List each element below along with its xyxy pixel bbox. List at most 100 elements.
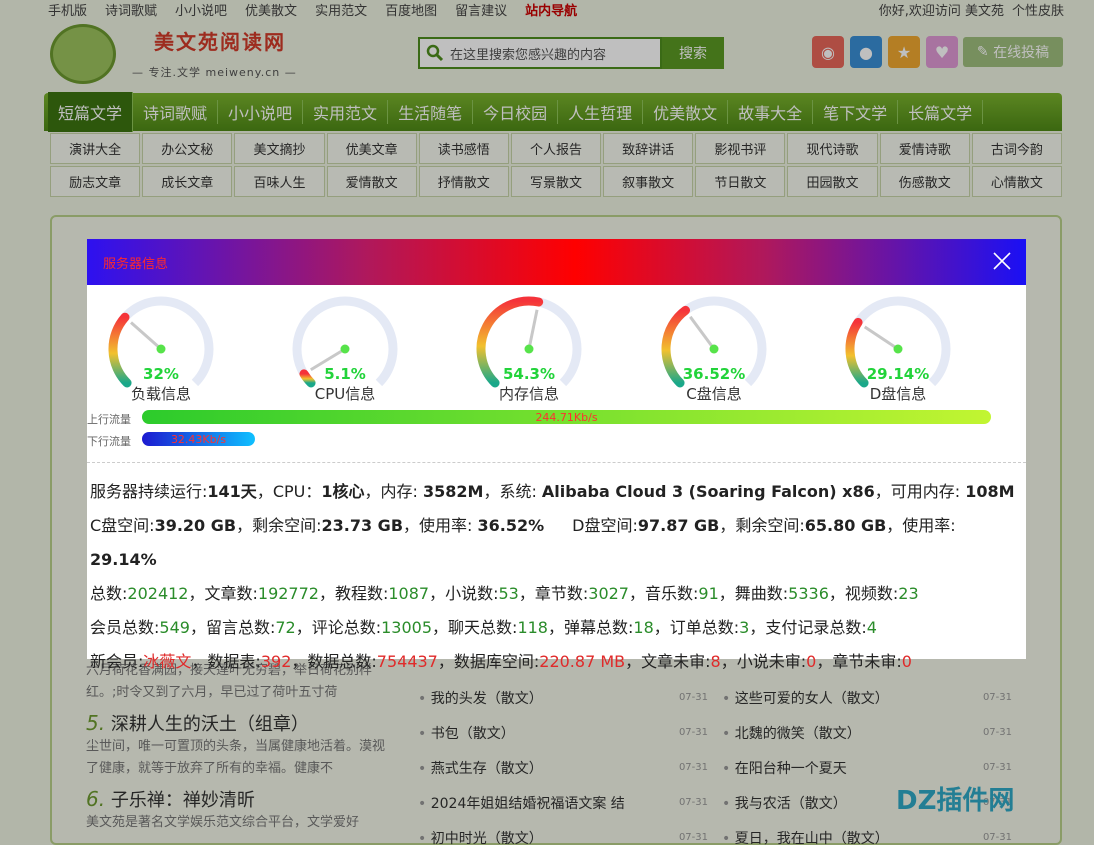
gauge-needle	[130, 321, 162, 351]
payments-label: ，支付记录总数:	[749, 618, 867, 637]
d-free-label: ，剩余空间:	[719, 516, 805, 535]
cpu-value: 1核心	[321, 482, 365, 501]
articles-value: 192772	[257, 584, 319, 603]
download-label: 下行流量	[87, 435, 131, 448]
members-label: 会员总数:	[90, 618, 160, 637]
download-flow: 下行流量 32.43Kb/s	[87, 432, 1026, 448]
dance-value: 5336	[788, 584, 829, 603]
video-value: 23	[898, 584, 919, 603]
gauge-label: C盘信息	[686, 385, 742, 403]
dance-label: ，舞曲数:	[718, 584, 789, 603]
chats-value: 118	[517, 618, 548, 637]
comments-value: 13005	[381, 618, 433, 637]
gauge-needle	[527, 309, 539, 350]
gauge-value: 32%	[143, 365, 179, 383]
download-bar: 32.43Kb/s	[142, 432, 255, 446]
gauge-value: 54.3%	[502, 365, 556, 383]
modal-header: 服务器信息	[87, 239, 1026, 285]
gauge-needle	[863, 325, 899, 351]
os-label: ，系统:	[483, 482, 542, 501]
upload-label: 上行流量	[87, 413, 131, 426]
rows-value: 754437	[376, 652, 438, 671]
c-free-label: ，剩余空间:	[236, 516, 322, 535]
unreviewed-articles-value: 8	[710, 652, 721, 671]
stats-line-members: 会员总数:549，留言总数:72，评论总数:13005，聊天总数:118，弹幕总…	[90, 611, 1020, 645]
freemem-label: ，可用内存:	[874, 482, 966, 501]
unreviewed-novels-value: 0	[806, 652, 817, 671]
stats-line-disk: C盘空间:39.20 GB，剩余空间:23.73 GB，使用率: 36.52% D…	[90, 509, 1020, 577]
c-disk-total: 39.20 GB	[154, 516, 237, 535]
gauge-label: 内存信息	[498, 385, 559, 403]
server-info-modal: 服务器信息 32% 负载信息 5.1% CPU信息 54.3% 内存信息 36.52% C盘信…	[87, 239, 1026, 671]
gauge-hub	[893, 344, 903, 354]
mem-label: ，内存:	[364, 482, 423, 501]
stats-divider	[87, 462, 1026, 463]
download-value: 32.43Kb/s	[170, 432, 227, 446]
d-disk-total: 97.87 GB	[637, 516, 720, 535]
gauge-hub	[156, 344, 166, 354]
gauge-hub	[524, 344, 534, 354]
c-use-value: 36.52%	[477, 516, 545, 535]
tutorials-label: ，教程数:	[318, 584, 389, 603]
unreviewed-novels-label: ，小说未审:	[720, 652, 807, 671]
d-free-value: 65.80 GB	[804, 516, 887, 535]
orders-value: 3	[739, 618, 750, 637]
modal-title: 服务器信息	[103, 257, 169, 272]
messages-value: 72	[275, 618, 296, 637]
video-label: ，视频数:	[828, 584, 899, 603]
novels-value: 53	[498, 584, 519, 603]
gauge: 5.1% CPU信息	[285, 291, 405, 406]
gauge-value: 5.1%	[324, 365, 366, 383]
gauge-value: 29.14%	[866, 365, 930, 383]
close-icon[interactable]	[992, 251, 1012, 271]
gauge: 54.3% 内存信息	[469, 291, 589, 406]
members-value: 549	[159, 618, 190, 637]
tutorials-value: 1087	[388, 584, 430, 603]
server-stats: 服务器持续运行:141天，CPU：1核心，内存: 3582M，系统: Aliba…	[90, 475, 1020, 679]
articles-label: ，文章数:	[188, 584, 258, 603]
stats-line-database: 新会员:冰薇文，数据表:392，数据总数:754437，数据库空间:220.87…	[90, 645, 1020, 679]
gauge-label: 负载信息	[130, 385, 191, 403]
novels-label: ，小说数:	[429, 584, 499, 603]
danmaku-label: ，弹幕总数:	[547, 618, 634, 637]
c-use-label: ，使用率:	[403, 516, 478, 535]
gauge-hub	[709, 344, 719, 354]
tables-label: ，数据表:	[191, 652, 261, 671]
upload-value: 244.71Kb/s	[535, 410, 598, 424]
gauge-row: 32% 负载信息 5.1% CPU信息 54.3% 内存信息 36.52% C盘信息 29.14…	[87, 291, 1026, 406]
runtime-value: 141天	[207, 482, 257, 501]
gauge: 32% 负载信息	[101, 291, 221, 406]
total-label: 总数:	[90, 584, 128, 603]
gauge-value: 36.52%	[682, 365, 746, 383]
mem-value: 3582M	[422, 482, 484, 501]
d-use-label: ，使用率:	[886, 516, 956, 535]
newmember-label: 新会员:	[90, 652, 144, 671]
gauge-hub	[340, 344, 350, 354]
cpu-label: ，CPU：	[256, 482, 322, 501]
rows-label: ，数据总数:	[291, 652, 377, 671]
total-value: 202412	[127, 584, 189, 603]
d-use-value: 29.14%	[90, 550, 157, 569]
music-label: ，音乐数:	[628, 584, 699, 603]
stats-line-content: 总数:202412，文章数:192772，教程数:1087，小说数:53，章节数…	[90, 577, 1020, 611]
chats-label: ，聊天总数:	[432, 618, 518, 637]
c-disk-label: C盘空间:	[90, 516, 155, 535]
payments-value: 4	[866, 618, 877, 637]
gauge-label: D盘信息	[869, 385, 927, 403]
comments-label: ，评论总数:	[295, 618, 382, 637]
c-free-value: 23.73 GB	[321, 516, 404, 535]
os-value: Alibaba Cloud 3 (Soaring Falcon) x86	[541, 482, 875, 501]
stats-line-system: 服务器持续运行:141天，CPU：1核心，内存: 3582M，系统: Aliba…	[90, 475, 1020, 509]
orders-label: ，订单总数:	[653, 618, 740, 637]
gauge-label: CPU信息	[314, 385, 376, 403]
gauge: 36.52% C盘信息	[654, 291, 774, 406]
d-disk-label: D盘空间:	[572, 516, 638, 535]
unreviewed-articles-label: ，文章未审:	[625, 652, 711, 671]
dbsize-label: ，数据库空间:	[437, 652, 540, 671]
chapters-value: 3027	[588, 584, 629, 603]
unreviewed-chapters-label: ，章节未审:	[816, 652, 902, 671]
music-value: 91	[698, 584, 719, 603]
dbsize-value: 220.87 MB	[539, 652, 626, 671]
gauge: 29.14% D盘信息	[838, 291, 958, 406]
newmember-value[interactable]: 冰薇文	[143, 652, 191, 671]
